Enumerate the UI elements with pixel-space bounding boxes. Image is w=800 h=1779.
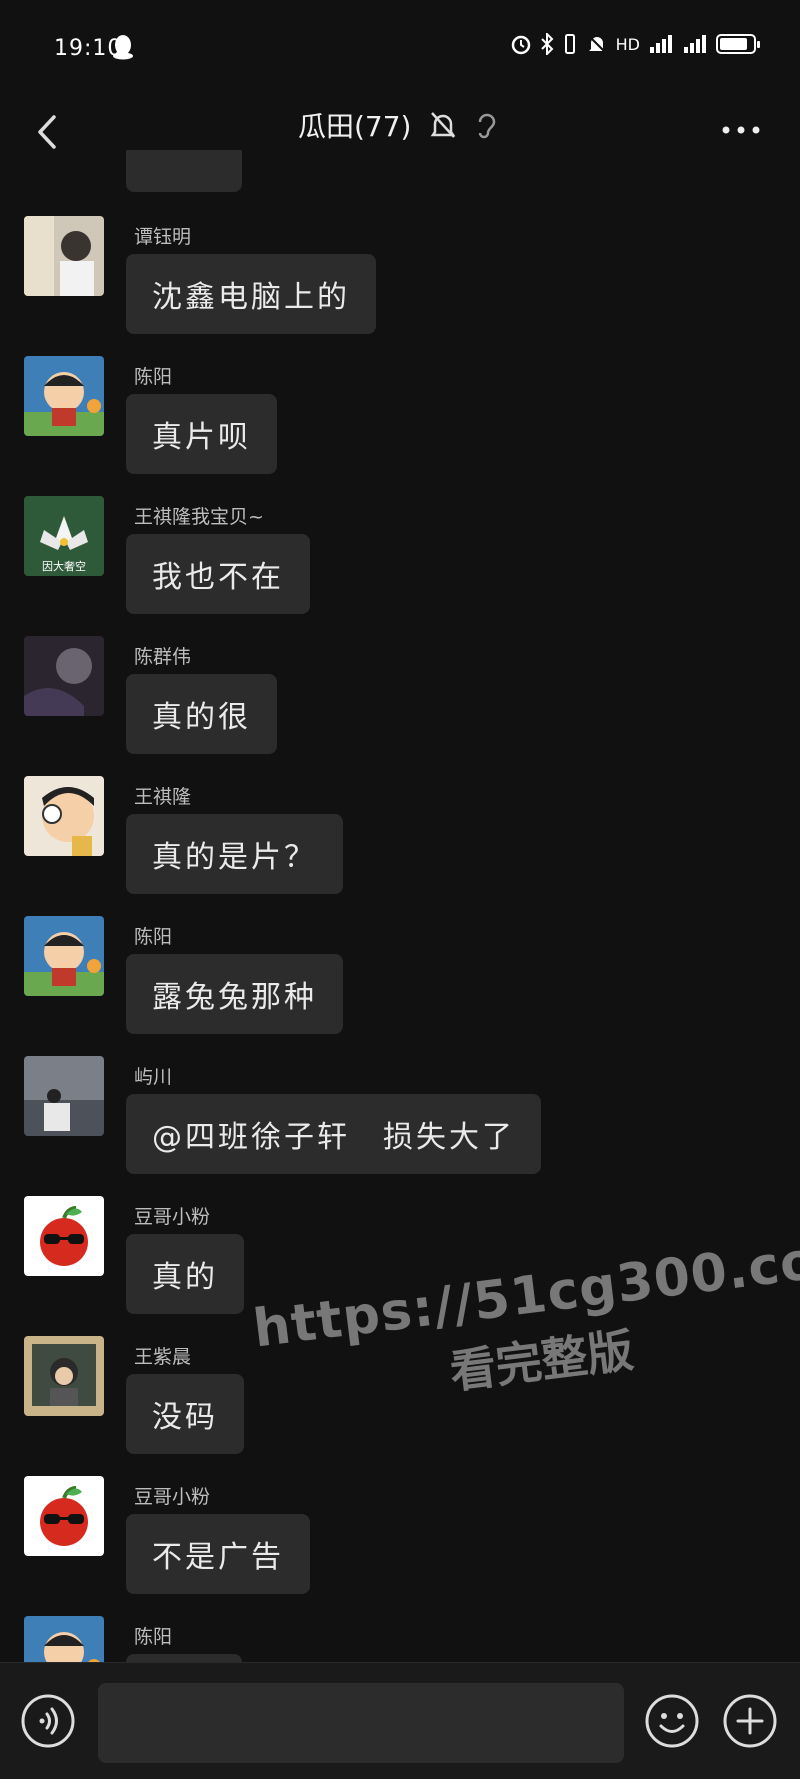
message-row: 陈阳 露兔兔那种 — [0, 850, 800, 1034]
sender-name: 豆哥小粉 — [134, 1206, 211, 1228]
battery-icon — [716, 34, 760, 54]
avatar-lotus[interactable]: 因大奢空 — [24, 496, 104, 576]
status-indicators: HD — [510, 33, 760, 55]
message-row: 陈阳 真片呗 — [0, 290, 800, 474]
sender-name: 陈群伟 — [134, 646, 192, 668]
ear-icon — [479, 113, 496, 139]
bluetooth-icon — [540, 33, 554, 55]
message-row: 王祺隆 真的是片？ — [0, 710, 800, 894]
plus-icon[interactable] — [722, 1693, 778, 1749]
sender-name: 王祺隆 — [134, 786, 192, 808]
avatar-apple-sunglasses[interactable] — [24, 1196, 104, 1276]
sender-name: 陈阳 — [134, 1626, 173, 1648]
sender-name: 陈阳 — [134, 366, 173, 388]
signal-icon-2 — [684, 35, 706, 53]
vibrate-icon — [564, 34, 575, 54]
sender-name: 王祺隆我宝贝~ — [134, 506, 264, 528]
chat-message-list[interactable]: 谭钰明 沈鑫电脑上的 陈阳 真片呗 因大奢空 王祺隆我宝贝~ 我也不在 陈群伟 … — [0, 150, 800, 1662]
avatar-crayon-shinchan[interactable] — [24, 1616, 104, 1662]
sender-name: 豆哥小粉 — [134, 1486, 211, 1508]
message-row: 王紫晨 没码 — [0, 1270, 800, 1454]
message-row: 豆哥小粉 不是广告 — [0, 1410, 800, 1594]
input-bar — [0, 1662, 800, 1779]
voice-icon[interactable] — [20, 1693, 76, 1749]
avatar-seaside[interactable] — [24, 1056, 104, 1136]
message-row: 豆哥小粉 真的 — [0, 1130, 800, 1314]
mute-icon — [586, 34, 607, 54]
status-bar: 19:10 HD — [0, 0, 800, 95]
sender-name: 陈阳 — [134, 926, 173, 948]
chat-title-group: 瓜田(77) — [298, 105, 497, 145]
hd-indicator: HD — [615, 34, 640, 54]
message-row: 谭钰明 沈鑫电脑上的 — [0, 150, 800, 334]
qq-penguin-icon — [113, 35, 133, 60]
chat-title: 瓜田(77) — [298, 110, 412, 143]
sender-name: 王紫晨 — [134, 1346, 192, 1368]
avatar-crayon-shinchan[interactable] — [24, 356, 104, 436]
more-dots-icon[interactable] — [716, 115, 766, 145]
message-row: 屿川 @四班徐子轩 损失大了 — [0, 990, 800, 1174]
message-row: 陈群伟 真的很 — [0, 570, 800, 754]
emoji-icon[interactable] — [644, 1693, 700, 1749]
message-input[interactable] — [98, 1683, 624, 1763]
message-row: 陈阳 — [0, 1550, 800, 1662]
signal-icon — [650, 35, 672, 53]
bell-off-icon — [431, 112, 456, 138]
sender-name: 谭钰明 — [134, 226, 192, 248]
sender-name: 屿川 — [134, 1066, 173, 1088]
message-bubble[interactable] — [126, 1654, 242, 1662]
avatar-dark-photo[interactable] — [24, 636, 104, 716]
avatar-cartoon-boy[interactable] — [24, 776, 104, 856]
avatar-framed-photo[interactable] — [24, 1336, 104, 1416]
avatar-photo-boy[interactable] — [24, 216, 104, 296]
avatar-apple-sunglasses[interactable] — [24, 1476, 104, 1556]
message-row: 因大奢空 王祺隆我宝贝~ 我也不在 — [0, 430, 800, 614]
avatar-crayon-shinchan[interactable] — [24, 916, 104, 996]
alarm-icon — [511, 35, 530, 55]
